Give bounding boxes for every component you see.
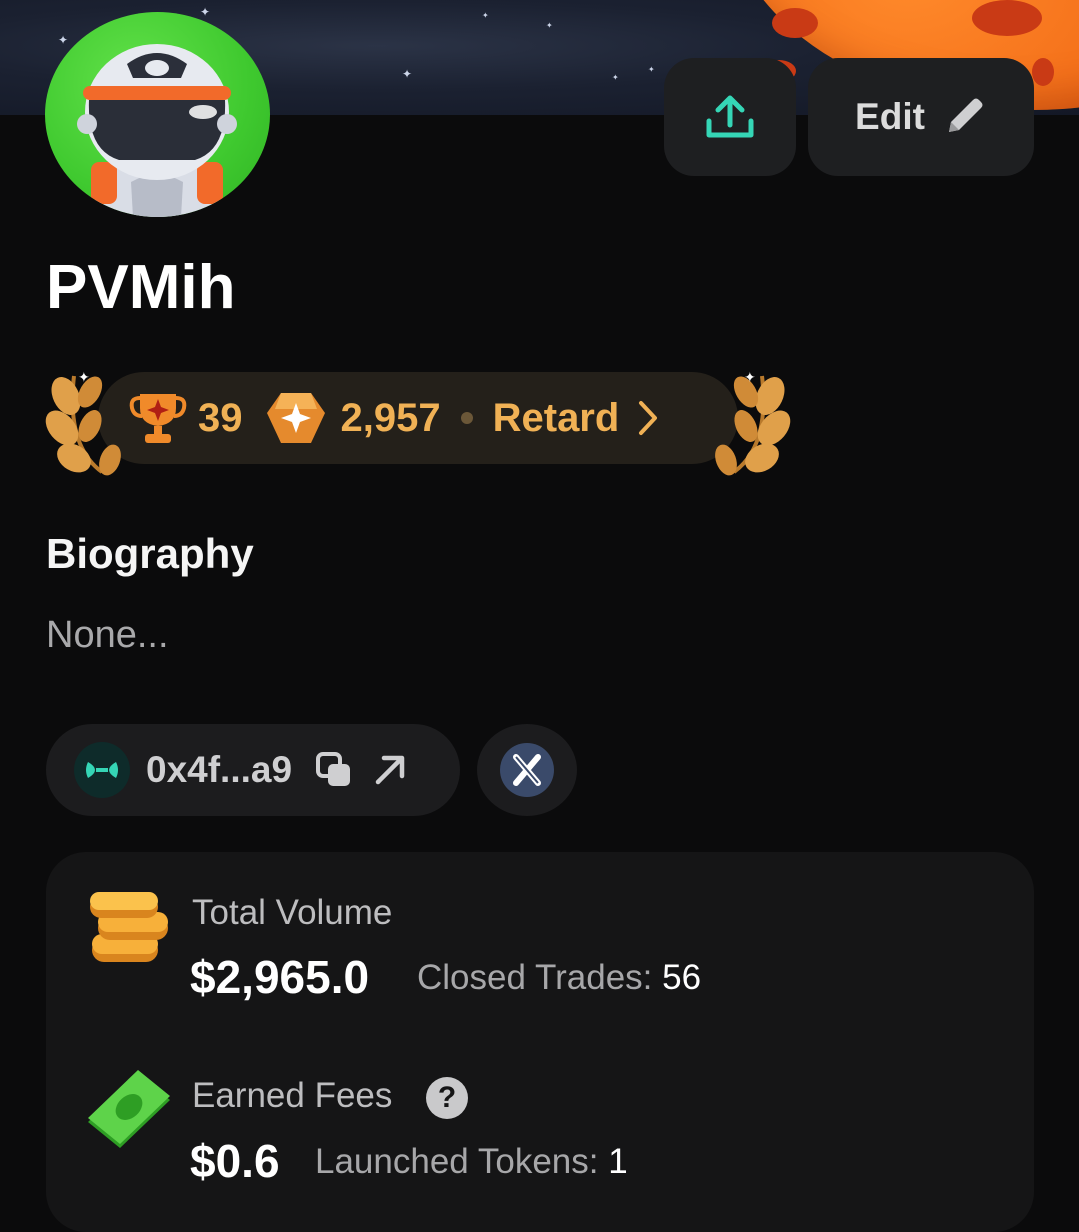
wallet-address-pill[interactable]: 0x4f...a9 <box>46 724 460 816</box>
external-link-icon[interactable] <box>370 750 410 790</box>
share-upload-icon <box>706 95 754 138</box>
wallet-address: 0x4f...a9 <box>146 749 293 790</box>
earned-fees-label: Earned Fees <box>192 1076 393 1115</box>
copy-icon[interactable] <box>314 750 354 790</box>
points-value: 2,957 <box>340 395 441 440</box>
launched-tokens-label: Launched Tokens: <box>315 1142 599 1181</box>
biography-title: Biography <box>46 530 254 577</box>
coins-icon <box>90 892 168 962</box>
trophy-count: 39 <box>198 395 243 440</box>
closed-trades: Closed Trades: 56 <box>417 958 701 998</box>
username: PVMih <box>46 253 236 322</box>
edit-label: Edit <box>855 96 925 137</box>
points-gem-icon <box>266 393 325 443</box>
chain-logo-icon <box>74 742 130 798</box>
rank-summary[interactable]: 39 2,957 Retard <box>128 372 659 464</box>
earned-fees-value: $0.6 <box>190 1135 280 1187</box>
laurel-right-icon: ✦ <box>715 370 791 476</box>
svg-text:✦: ✦ <box>78 370 90 386</box>
star-decoration: ✦ <box>402 67 413 81</box>
biography-text: None... <box>46 614 169 656</box>
svg-text:✦: ✦ <box>744 370 756 386</box>
star-decoration: ✦ <box>58 33 69 47</box>
edit-profile-button[interactable]: Edit <box>808 58 1034 176</box>
profile-avatar[interactable] <box>45 12 270 217</box>
closed-trades-label: Closed Trades: <box>417 958 653 997</box>
cash-icon <box>88 1070 170 1148</box>
trophy-icon <box>129 394 187 443</box>
closed-trades-value: 56 <box>662 958 702 997</box>
star-decoration: ✦ <box>612 73 619 82</box>
total-volume-label: Total Volume <box>192 893 393 932</box>
star-decoration: ✦ <box>200 5 211 19</box>
star-decoration: ✦ <box>482 11 489 20</box>
star-decoration: ✦ <box>546 21 553 30</box>
pencil-icon <box>948 98 983 132</box>
help-icon[interactable]: ? <box>426 1077 468 1119</box>
share-button[interactable] <box>664 58 796 176</box>
launched-tokens: Launched Tokens: 1 <box>315 1142 628 1182</box>
chevron-right-icon <box>639 401 658 435</box>
x-icon <box>500 743 554 797</box>
x-social-button[interactable] <box>477 724 577 816</box>
rank-tier: Retard <box>492 395 620 440</box>
separator-dot <box>460 412 473 424</box>
star-decoration: ✦ <box>648 65 655 74</box>
total-volume-value: $2,965.0 <box>190 951 370 1003</box>
laurel-left-icon: ✦ <box>45 370 121 476</box>
launched-tokens-value: 1 <box>608 1142 628 1181</box>
